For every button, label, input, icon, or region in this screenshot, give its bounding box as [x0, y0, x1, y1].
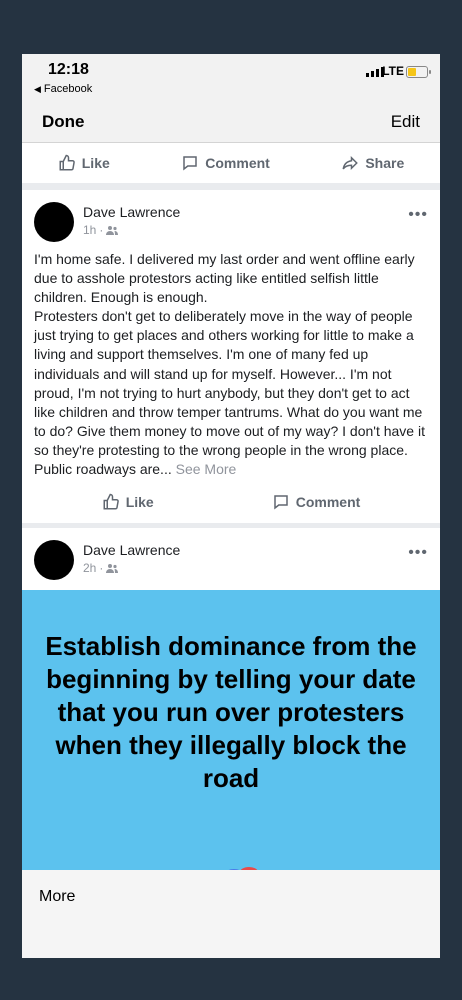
status-bar: 12:18 ◀ Facebook LTE — [22, 54, 440, 102]
post-body: I'm home safe. I delivered my last order… — [34, 250, 432, 479]
author-name[interactable]: Dave Lawrence — [83, 204, 180, 220]
comment-bubble-icon — [273, 495, 288, 510]
post-time[interactable]: 1h — [83, 223, 96, 237]
comment-bubble-icon — [183, 156, 198, 171]
comment-label: Comment — [205, 155, 270, 171]
share-button[interactable]: Share — [341, 154, 404, 172]
post-card: Dave Lawrence 2h · ••• — [22, 528, 440, 590]
more-button[interactable]: More — [39, 888, 75, 906]
post-header: Dave Lawrence 1h · ••• — [34, 202, 428, 244]
author-name[interactable]: Dave Lawrence — [83, 542, 180, 558]
more-dots-icon[interactable]: ••• — [408, 206, 428, 224]
like-label: Like — [125, 494, 154, 510]
back-to-app-link[interactable]: ◀ Facebook — [34, 83, 92, 95]
clock: 12:18 — [48, 61, 89, 78]
thumbs-up-icon — [59, 154, 75, 171]
nav-bar: Done Edit — [22, 102, 440, 143]
avatar[interactable] — [34, 540, 74, 580]
post-time[interactable]: 2h — [83, 561, 96, 575]
previous-post-actions: Like Comment Share — [22, 143, 440, 183]
edit-button[interactable]: Edit — [391, 112, 420, 132]
post-paragraph: Protesters don't get to deliberately mov… — [34, 308, 425, 478]
image-caption-text: Establish dominance from the beginning b… — [45, 631, 417, 793]
done-button[interactable]: Done — [42, 112, 85, 132]
network-label: LTE — [382, 64, 404, 78]
like-label: Like — [81, 155, 110, 171]
comment-button[interactable]: Comment — [272, 493, 361, 511]
see-more-link[interactable]: See More — [176, 461, 237, 477]
post-header: Dave Lawrence 2h · ••• — [34, 540, 428, 582]
back-app-name: Facebook — [43, 83, 93, 95]
post-paragraph: I'm home safe. I delivered my last order… — [34, 251, 415, 306]
comment-button[interactable]: Comment — [181, 154, 270, 172]
battery-icon — [406, 66, 431, 78]
share-arrow-icon — [342, 155, 359, 171]
previous-post-card: Like Comment Share — [22, 143, 440, 183]
post-card: Dave Lawrence 1h · ••• I'm home safe. I … — [22, 190, 440, 534]
post-actions-container: Like Comment — [22, 481, 440, 523]
friends-icon — [106, 564, 119, 573]
comment-label: Comment — [295, 494, 361, 510]
action-sheet: More — [22, 870, 440, 958]
like-button[interactable]: Like — [102, 493, 154, 511]
more-dots-icon[interactable]: ••• — [408, 544, 428, 562]
back-arrow-icon: ◀ — [34, 84, 41, 94]
avatar[interactable] — [34, 202, 74, 242]
post-meta: 2h · — [83, 561, 119, 575]
friends-icon — [106, 226, 119, 235]
like-button[interactable]: Like — [58, 154, 110, 172]
thumbs-up-icon — [103, 493, 119, 510]
share-label: Share — [365, 155, 405, 171]
post-actions: Like Comment — [22, 481, 440, 523]
post-image[interactable]: Establish dominance from the beginning b… — [22, 590, 440, 870]
post-meta: 1h · — [83, 223, 119, 237]
